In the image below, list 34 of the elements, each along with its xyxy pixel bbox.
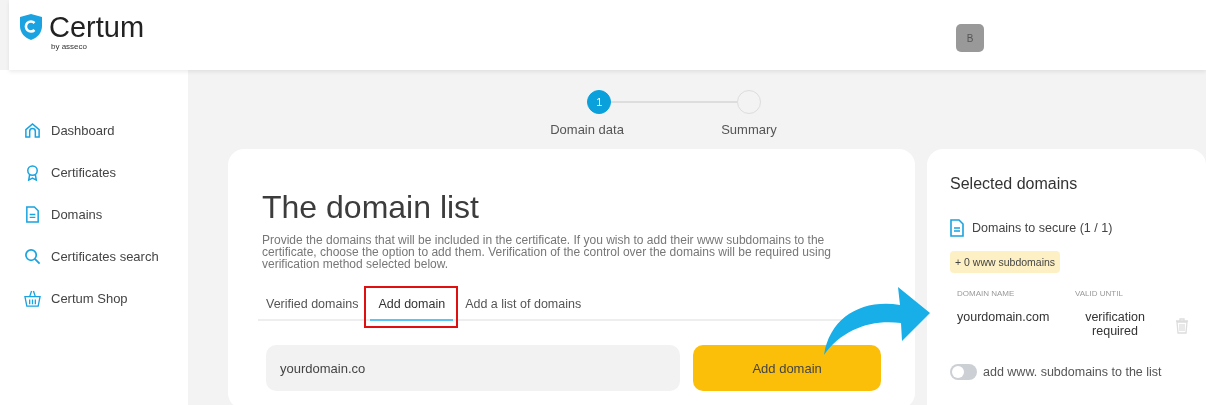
tab[interactable]: Add a list of domains bbox=[457, 292, 590, 321]
document-icon bbox=[24, 206, 41, 223]
step-indicator: 1 bbox=[587, 90, 612, 114]
sidebar-item[interactable]: Certificates search bbox=[0, 246, 188, 267]
step-label: Summary bbox=[721, 122, 777, 137]
toggle-label: add www. subdomains to the list bbox=[983, 365, 1162, 379]
table-cell-text: verification required bbox=[1084, 310, 1146, 338]
description-text: Provide the domains that will be included in the certificate. If you wish to add their www subdomains to the certificate, choose the option to add them. Verification of the control over the domains will be required using verification method selected below. bbox=[262, 234, 832, 270]
sidebar-item[interactable]: Certificates bbox=[0, 162, 188, 183]
domains-count: Domains to secure (1 / 1) bbox=[972, 221, 1113, 235]
home-icon bbox=[24, 122, 41, 139]
logo-name: Certum bbox=[49, 12, 145, 42]
add-domain-button[interactable]: Add domain bbox=[693, 345, 881, 391]
sidebar-item[interactable]: Certum Shop bbox=[0, 288, 188, 309]
trash-icon[interactable] bbox=[1175, 318, 1189, 334]
table-cell-text: yourdomain.com bbox=[957, 310, 1051, 324]
logo-tagline: by asseco bbox=[51, 42, 89, 51]
domain-input-field[interactable]: yourdomain.co bbox=[266, 345, 681, 391]
document-icon bbox=[950, 219, 964, 237]
column-header: DOMAIN NAME bbox=[957, 289, 1016, 298]
sidebar-item[interactable]: Domains bbox=[0, 204, 188, 225]
tab[interactable]: Add domain bbox=[370, 292, 454, 321]
shield-logo-icon bbox=[19, 13, 43, 41]
sidebar-item[interactable]: Dashboard bbox=[0, 120, 188, 141]
award-icon bbox=[24, 164, 41, 181]
page-title: The domain list bbox=[262, 189, 480, 226]
subdomains-badge: + 0 www subdomains bbox=[950, 251, 1061, 273]
step-label: Domain data bbox=[550, 122, 624, 137]
column-header: VALID UNTIL bbox=[1075, 289, 1124, 298]
search-icon bbox=[24, 248, 41, 265]
toggle-switch[interactable] bbox=[950, 364, 977, 380]
panel-title: Selected domains bbox=[950, 175, 1079, 193]
tab[interactable]: Verified domains bbox=[258, 292, 367, 321]
basket-icon bbox=[24, 290, 41, 307]
